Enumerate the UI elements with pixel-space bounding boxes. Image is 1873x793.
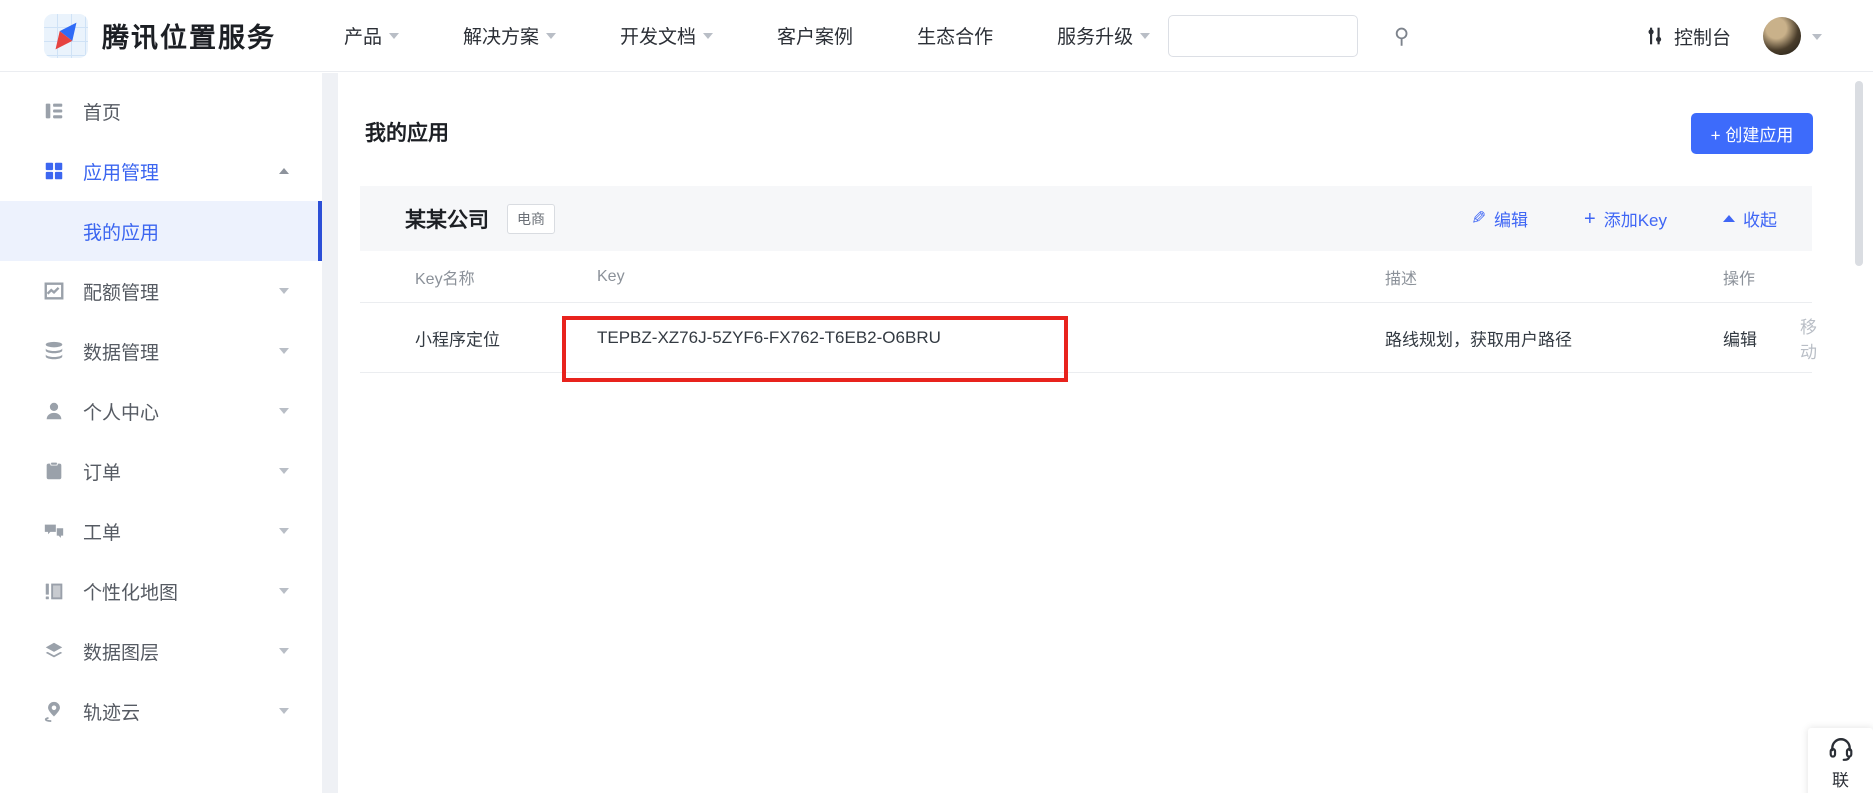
edit-key-link[interactable]: 编辑	[1723, 325, 1757, 350]
sidebar-item-label: 个性化地图	[83, 578, 178, 605]
sidebar-item-home[interactable]: 首页	[0, 81, 322, 141]
collapse-link[interactable]: 收起	[1723, 206, 1777, 231]
chevron-down-icon	[546, 33, 556, 39]
sidebar-item-label: 应用管理	[83, 158, 159, 185]
apps-grid-icon	[42, 159, 66, 183]
col-key-name: Key名称	[415, 265, 475, 289]
sidebar: 首页 应用管理 我的应用 配额管理 数据管理 个人中心 订单	[0, 73, 322, 793]
contact-label: 联	[1832, 766, 1849, 791]
key-table-row: 小程序定位 TEPBZ-XZ76J-5ZYF6-FX762-T6EB2-O6BR…	[360, 303, 1812, 373]
top-navigation: 产品 解决方案 开发文档 客户案例 生态合作 服务升级	[344, 22, 1150, 49]
contact-support-widget[interactable]: 联	[1808, 728, 1873, 793]
scrollbar-thumb[interactable]	[1855, 81, 1863, 266]
key-description-cell: 路线规划，获取用户路径	[1385, 325, 1572, 350]
brand-logo[interactable]: 腾讯位置服务	[44, 14, 276, 58]
sliders-icon	[1645, 26, 1665, 46]
chevron-down-icon[interactable]	[279, 588, 289, 594]
sidebar-item-data-layers[interactable]: 数据图层	[0, 621, 322, 681]
sidebar-item-track-cloud[interactable]: 轨迹云	[0, 681, 322, 741]
chevron-down-icon[interactable]	[279, 288, 289, 294]
layers-icon	[42, 639, 66, 663]
plus-icon: +	[1584, 209, 1596, 229]
order-clipboard-icon	[42, 459, 66, 483]
nav-cases[interactable]: 客户案例	[777, 22, 853, 49]
search-box: ⚲	[1168, 15, 1358, 57]
chevron-up-icon[interactable]	[279, 168, 289, 174]
chevron-down-icon	[1140, 33, 1150, 39]
app-actions: ✎ 编辑 + 添加Key 收起	[1471, 206, 1777, 231]
sidebar-item-work-orders[interactable]: 工单	[0, 501, 322, 561]
pencil-icon: ✎	[1471, 208, 1486, 229]
ticket-chat-icon	[42, 519, 66, 543]
key-table-header: Key名称 Key 描述 操作	[360, 251, 1812, 303]
chevron-down-icon[interactable]	[279, 708, 289, 714]
sidebar-item-quota-management[interactable]: 配额管理	[0, 261, 322, 321]
chevron-down-icon[interactable]	[279, 648, 289, 654]
sidebar-item-label: 个人中心	[83, 398, 159, 425]
chevron-down-icon[interactable]	[279, 468, 289, 474]
app-card-header: 某某公司 电商 ✎ 编辑 + 添加Key 收起	[360, 186, 1812, 251]
sidebar-item-label: 数据图层	[83, 638, 159, 665]
search-input[interactable]	[1169, 16, 1394, 56]
quota-chart-icon	[42, 279, 66, 303]
col-description: 描述	[1385, 265, 1417, 289]
sidebar-item-label: 轨迹云	[83, 698, 140, 725]
app-name: 某某公司	[405, 204, 489, 234]
chevron-down-icon[interactable]	[279, 408, 289, 414]
app-card: 某某公司 电商 ✎ 编辑 + 添加Key 收起 Key名称 Key 描述	[360, 186, 1812, 373]
main-content: 我的应用 + 创建应用 某某公司 电商 ✎ 编辑 + 添加Key 收起	[338, 73, 1873, 793]
user-avatar[interactable]	[1763, 17, 1801, 55]
compass-logo-icon	[44, 14, 88, 58]
top-header: 腾讯位置服务 产品 解决方案 开发文档 客户案例 生态合作 服务升级 ⚲ 控制台	[0, 0, 1873, 72]
nav-solutions[interactable]: 解决方案	[463, 22, 556, 49]
create-app-button[interactable]: + 创建应用	[1691, 113, 1813, 154]
track-pin-icon	[42, 699, 66, 723]
app-category-badge: 电商	[507, 204, 555, 234]
sidebar-item-label: 数据管理	[83, 338, 159, 365]
sidebar-item-label: 工单	[83, 518, 121, 545]
chevron-down-icon	[389, 33, 399, 39]
sidebar-divider	[322, 73, 338, 793]
sidebar-item-custom-map[interactable]: 个性化地图	[0, 561, 322, 621]
add-key-link[interactable]: + 添加Key	[1584, 206, 1667, 231]
chevron-down-icon	[703, 33, 713, 39]
edit-app-link[interactable]: ✎ 编辑	[1471, 206, 1528, 231]
nav-docs[interactable]: 开发文档	[620, 22, 713, 49]
chevron-down-icon[interactable]	[279, 348, 289, 354]
sidebar-item-label: 我的应用	[83, 218, 159, 245]
nav-ecosystem[interactable]: 生态合作	[917, 22, 993, 49]
col-operation: 操作	[1723, 265, 1755, 289]
sidebar-item-app-management[interactable]: 应用管理	[0, 141, 322, 201]
brand-name: 腾讯位置服务	[102, 16, 276, 55]
console-link[interactable]: 控制台	[1645, 0, 1731, 72]
key-value-cell: TEPBZ-XZ76J-5ZYF6-FX762-T6EB2-O6BRU	[597, 328, 941, 348]
move-key-link[interactable]: 移动	[1800, 313, 1817, 363]
key-name-cell: 小程序定位	[415, 325, 500, 350]
custom-map-icon	[42, 579, 66, 603]
chevron-down-icon[interactable]	[279, 528, 289, 534]
col-key: Key	[597, 268, 625, 286]
sidebar-item-label: 首页	[83, 98, 121, 125]
sidebar-item-label: 订单	[83, 458, 121, 485]
sidebar-item-data-management[interactable]: 数据管理	[0, 321, 322, 381]
nav-service-upgrade[interactable]: 服务升级	[1057, 22, 1150, 49]
nav-products[interactable]: 产品	[344, 22, 399, 49]
database-icon	[42, 339, 66, 363]
avatar-chevron-down-icon[interactable]	[1812, 34, 1822, 40]
chevron-up-icon	[1723, 215, 1735, 222]
user-icon	[42, 399, 66, 423]
search-icon[interactable]: ⚲	[1394, 26, 1409, 47]
sidebar-item-personal-center[interactable]: 个人中心	[0, 381, 322, 441]
sidebar-item-orders[interactable]: 订单	[0, 441, 322, 501]
sidebar-item-my-apps[interactable]: 我的应用	[0, 201, 322, 261]
home-icon	[42, 99, 66, 123]
sidebar-item-label: 配额管理	[83, 278, 159, 305]
page-title: 我的应用	[365, 117, 449, 147]
headset-icon	[1828, 736, 1854, 762]
